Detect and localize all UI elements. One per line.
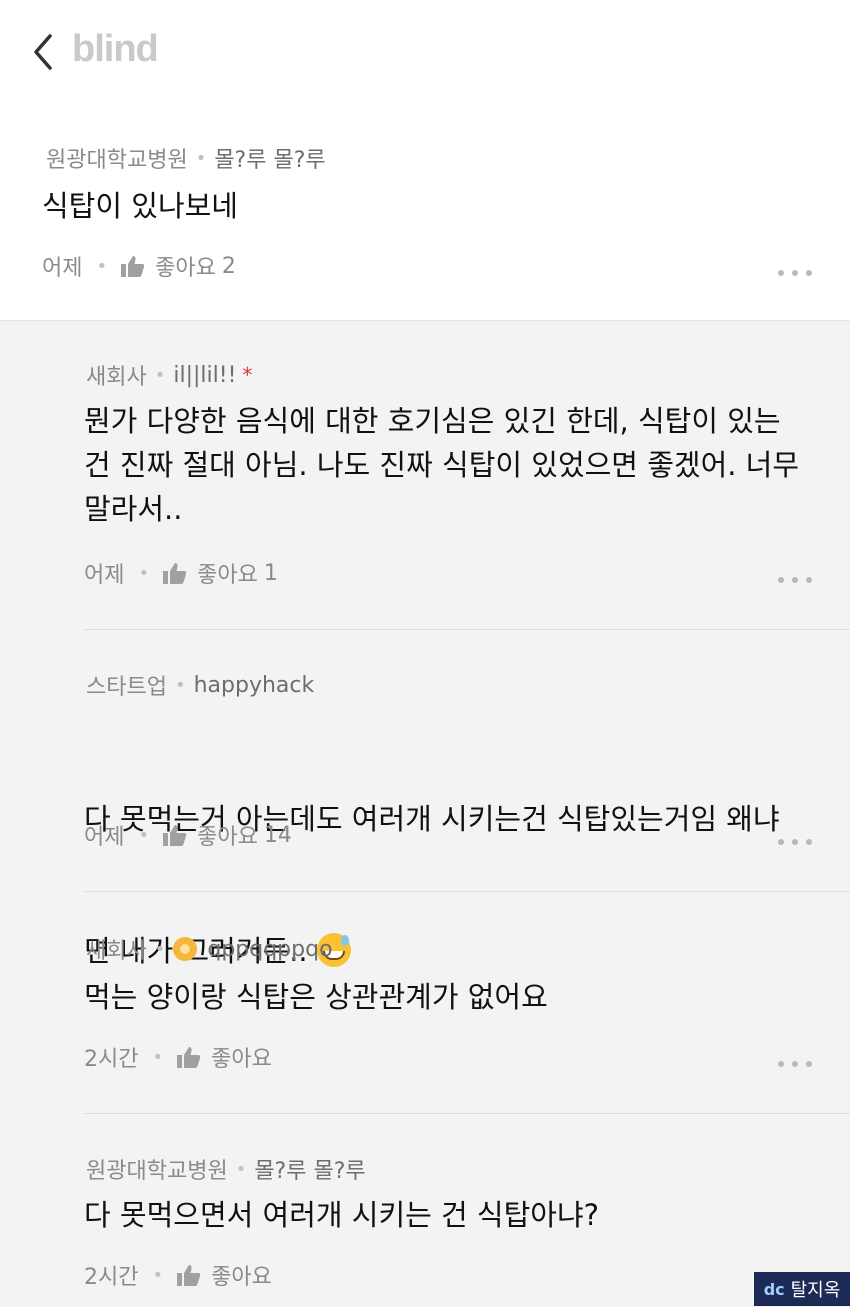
reply-time: 2시간	[84, 1047, 139, 1072]
replies-section: 새회사 • il||lil!! * 뭔가 다양한 음식에 대한 호기심은 있긴 …	[0, 320, 850, 1307]
reply-text: 먹는 양이랑 식탑은 상관관계가 없어요	[84, 980, 548, 1014]
thumbs-up-icon	[177, 1265, 201, 1286]
reply-footer: 2시간 • 좋아요	[84, 1259, 272, 1291]
reply-text: 다 못먹으면서 여러개 시키는 건 식탑아냐?	[84, 1198, 600, 1232]
blind-logo: blind	[72, 28, 159, 70]
separator-dot: •	[195, 147, 207, 169]
nickname[interactable]: qppqqppqo	[207, 937, 332, 962]
more-options-icon[interactable]	[778, 266, 812, 280]
like-label: 좋아요	[197, 563, 258, 588]
more-options-icon[interactable]	[778, 835, 812, 849]
like-button[interactable]: 좋아요 14	[163, 819, 292, 851]
honeycomb-badge-icon	[173, 937, 198, 961]
like-button[interactable]: 좋아요 1	[163, 557, 278, 589]
separator-dot: •	[154, 938, 166, 960]
thumbs-up-icon	[121, 256, 145, 277]
like-count: 2	[221, 253, 236, 279]
reply-time: 2시간	[84, 1265, 139, 1290]
company-name: 원광대학교병원	[86, 1159, 228, 1184]
watermark-text: 탈지옥	[790, 1280, 841, 1301]
reply-meta: 새회사 • qppqqppqo	[86, 933, 333, 965]
like-label: 좋아요	[211, 1265, 272, 1290]
comment-time: 어제	[42, 256, 83, 281]
like-button[interactable]: 좋아요	[177, 1259, 272, 1291]
site-watermark: dc 탈지옥	[754, 1272, 850, 1306]
thumbs-up-icon	[177, 1047, 201, 1068]
watermark-mark: dc	[763, 1279, 785, 1299]
separator-dot: •	[138, 824, 150, 846]
nickname[interactable]: il||lil!!	[173, 363, 236, 388]
reply-meta: 새회사 • il||lil!! *	[86, 359, 252, 391]
divider	[84, 629, 850, 630]
reply-meta: 원광대학교병원 • 몰?루 몰?루	[86, 1153, 366, 1185]
back-arrow-icon[interactable]	[28, 30, 64, 74]
separator-dot: •	[154, 364, 166, 386]
company-name: 원광대학교병원	[46, 148, 188, 173]
separator-dot: •	[152, 1046, 164, 1068]
separator-dot: •	[96, 255, 108, 277]
reply-text: 뭔가 다양한 음식에 대한 호기심은 있긴 한데, 식탑이 있는 건 진짜 절대…	[84, 404, 800, 526]
like-count: 14	[263, 822, 292, 848]
like-label: 좋아요	[155, 256, 216, 281]
separator-dot: •	[152, 1264, 164, 1286]
like-label: 좋아요	[211, 1047, 272, 1072]
company-name: 새회사	[86, 939, 147, 964]
company-name: 스타트업	[86, 675, 167, 700]
reply-time: 어제	[84, 563, 125, 588]
divider	[84, 1113, 850, 1114]
thumbs-up-icon	[163, 563, 187, 584]
like-label: 좋아요	[197, 825, 258, 850]
comment-text: 식탑이 있나보네	[42, 189, 238, 223]
app-header: blind	[0, 0, 850, 110]
reply-time: 어제	[84, 825, 125, 850]
separator-dot: •	[138, 562, 150, 584]
separator-dot: •	[235, 1158, 247, 1180]
nickname[interactable]: 몰?루 몰?루	[254, 1153, 365, 1185]
comment-meta: 원광대학교병원 • 몰?루 몰?루	[46, 142, 326, 174]
reply-meta: 스타트업 • happyhack	[86, 669, 314, 701]
like-button[interactable]: 좋아요 2	[121, 250, 236, 282]
comment: 원광대학교병원 • 몰?루 몰?루 식탑이 있나보네 어제 • 좋아요 2	[0, 110, 850, 320]
comment-footer: 어제 • 좋아요 2	[42, 250, 236, 282]
like-count: 1	[263, 560, 278, 586]
reply-footer: 어제 • 좋아요 14	[84, 819, 292, 851]
reply-footer: 2시간 • 좋아요	[84, 1041, 272, 1073]
author-star-icon: *	[242, 363, 253, 387]
company-name: 새회사	[86, 365, 147, 390]
more-options-icon[interactable]	[778, 1057, 812, 1071]
reply-footer: 어제 • 좋아요 1	[84, 557, 278, 589]
more-options-icon[interactable]	[778, 573, 812, 587]
like-button[interactable]: 좋아요	[177, 1041, 272, 1073]
nickname[interactable]: 몰?루 몰?루	[214, 142, 325, 174]
divider	[84, 891, 850, 892]
thumbs-up-icon	[163, 825, 187, 846]
separator-dot: •	[174, 674, 186, 696]
nickname[interactable]: happyhack	[194, 673, 315, 698]
